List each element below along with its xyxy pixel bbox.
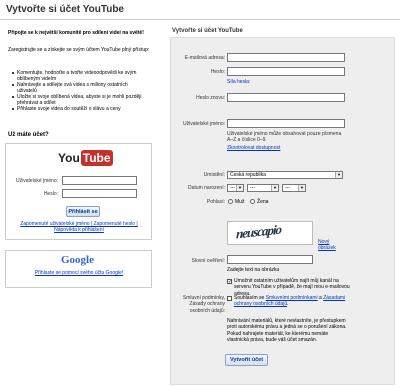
intro-heading: Připojte se k největší komunitě pro sdíl… [8,30,144,36]
email-label: E-mailová adresa: [184,55,225,61]
terms-checkbox[interactable] [227,296,232,301]
login-password-label: Heslo: [43,191,58,197]
birth-month-value: --- [250,185,255,191]
google-login-link[interactable]: Přihlaste se pomocí svého účtu Google! [10,270,148,276]
page-title: Vytvořte si účet YouTube [6,4,124,15]
terms-text: Souhlasím se Smluvními podmínkami a Zása… [234,295,352,308]
username-input[interactable] [227,119,345,128]
password-strength-label: Síla hesla: [227,79,251,85]
password-input[interactable] [227,67,345,76]
username-label: Uživatelské jméno: [183,121,225,127]
location-value: Česká republika [230,172,266,178]
chevron-down-icon: ▼ [335,172,342,178]
page: Vytvořte si účet YouTube Připojte se k n… [0,0,400,386]
birth-month-select[interactable]: --- ▼ [247,184,279,192]
birth-year-value: --- [285,185,290,191]
gender-female-label: Žena [257,199,269,205]
youtube-logo: You Tube [58,150,113,166]
login-question: Už máte účet? [8,132,49,138]
terms-label: Smluvní podmínky, Zásady ochrany osobníc… [182,295,225,314]
new-captcha-link[interactable]: Nový obrázek [318,239,336,252]
create-account-button[interactable]: Vytvořit účet [225,354,268,366]
new-captcha-link-line1: Nový [318,239,330,245]
list-item: Přihlaste svoje videa do soutěží o slávu… [11,106,146,112]
allow-find-checkbox[interactable]: ✓ [227,279,232,285]
signup-title: Vytvořte si účet YouTube [172,28,243,34]
chevron-down-icon: ▼ [298,185,305,191]
password-confirm-label: Heslo znovu: [196,95,225,101]
word-verification-input[interactable] [227,255,313,264]
birth-day-value: --- [230,185,235,191]
location-select[interactable]: Česká republika ▼ [227,171,343,179]
password-confirm-input[interactable] [227,93,345,102]
captcha-image: neuscapio [227,221,313,245]
birth-day-select[interactable]: --- ▼ [227,184,244,192]
word-verification-label: Slovní ověření: [191,258,225,264]
title-divider [0,19,400,20]
login-username-label: Uživatelské jméno: [16,178,58,184]
birthdate-label: Datum narození: [188,185,225,191]
login-password-input[interactable] [62,189,137,198]
terms-suffix: . [287,301,289,308]
new-captcha-link-line2: obrázek [318,245,336,252]
password-label: Heslo: [210,69,225,75]
youtube-logo-tube: Tube [80,150,113,166]
list-item: Nahrávejte a sdílejte svá videa s milion… [11,82,146,94]
gender-label: Pohlaví: [206,199,225,205]
gender-male-radio[interactable] [228,199,233,204]
location-label: Umístění: [203,172,225,178]
email-input[interactable] [227,53,345,62]
google-login-box: Google Přihlaste se pomocí svého účtu Go… [5,250,152,288]
chevron-down-icon: ▼ [271,185,278,191]
intro-paragraph: Zaregistrujte se a získejte se svým účte… [8,47,150,53]
intro-benefits-list: Komentujte, hodnoťte a tvořte videoodpov… [11,70,146,112]
login-box: You Tube Uživatelské jméno: Heslo: Přihlá… [5,143,152,240]
login-help-links[interactable]: Zapomenuté uživatelské jméno | Zapomenut… [10,221,148,233]
gender-male-label: Muž [235,199,245,205]
birth-year-select[interactable]: --- ▼ [282,184,306,192]
word-verification-hint: Zadejte text na obrázku [227,267,280,273]
copyright-warning: Nahrávání materiálů, které nevlastníte, … [227,318,347,344]
captcha-text: neuscapio [235,221,282,242]
list-item: Komentujte, hodnoťte a tvořte videoodpov… [11,70,146,82]
username-hint: Uživatelské jméno může obsahovat pouze p… [227,131,342,144]
check-availability-link[interactable]: Zkontrolovat dostupnost [227,145,280,151]
google-logo: Google [61,254,94,266]
chevron-down-icon: ▼ [236,185,243,191]
login-username-input[interactable] [62,176,137,185]
list-item: Uložte si svoje oblíbená videa, abyste s… [11,94,146,106]
login-button[interactable]: Přihlásit se [66,206,100,217]
youtube-logo-you: You [58,151,80,165]
signup-form-panel: E-mailová adresa: Heslo: Síla hesla: Hes… [170,37,395,385]
gender-female-radio[interactable] [250,199,255,204]
